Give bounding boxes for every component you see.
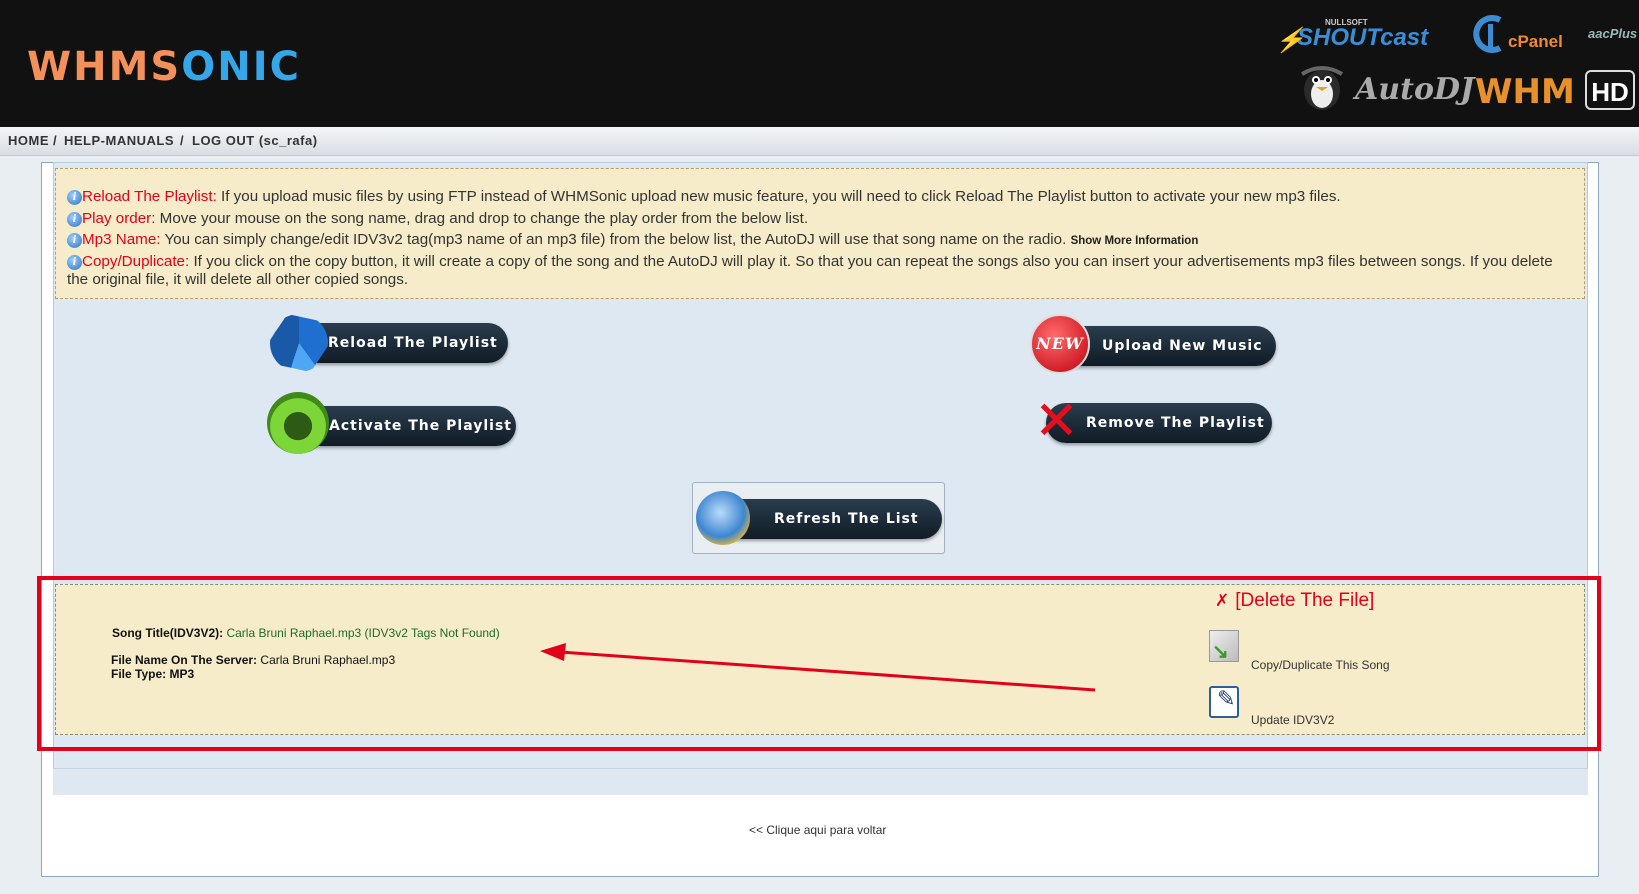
aacplus-logo: aacPlus (1588, 26, 1638, 41)
song-title-row: Song Title(IDV3V2): Carla Bruni Raphael.… (112, 626, 500, 640)
info-key: Play order: (82, 209, 156, 227)
nav-home-link[interactable]: HOME (8, 133, 49, 148)
info-reload: i Reload The Playlist: If you upload musi… (67, 186, 1574, 208)
nav-separator: / (53, 133, 58, 148)
nullsoft-label: NULLSOFT (1325, 18, 1368, 27)
song-title-value: Carla Bruni Raphael.mp3 (IDV3v2 Tags Not… (226, 626, 500, 640)
cpanel-logo: cPanel (1508, 32, 1563, 51)
info-text: If you upload music files by using FTP i… (216, 188, 1341, 205)
logo-text-part2: ONIC (181, 44, 301, 90)
update-label: Update IDV3V2 (1251, 713, 1335, 727)
nav-help-link[interactable]: HELP-MANUALS (64, 133, 174, 148)
button-label: Remove The Playlist (1086, 415, 1265, 431)
autodj-logo: AutoDJ (1355, 72, 1475, 107)
nav-separator: / (180, 133, 185, 148)
info-icon: i (67, 211, 82, 227)
delete-icon: ✗ (1215, 591, 1230, 610)
bolt-icon: ⚡ (1275, 27, 1305, 54)
back-link[interactable]: << Clique aqui para voltar (749, 823, 886, 837)
activate-playlist-button[interactable]: Activate The Playlist (267, 392, 516, 454)
nav-logout-link[interactable]: LOG OUT (sc_rafa) (192, 133, 318, 148)
whmsonic-logo[interactable]: WHMSONIC (27, 44, 301, 90)
cpanel-icon (1473, 15, 1502, 53)
red-x-icon: ✕ (1033, 389, 1081, 452)
whm-logo: WHM (1475, 72, 1575, 112)
info-box: i Reload The Playlist: If you upload musi… (55, 168, 1585, 299)
button-label: Reload The Playlist (328, 335, 498, 351)
shoutcast-logo: ⚡ NULLSOFT SHOUTcast (1275, 18, 1429, 54)
site-header: WHMSONIC ⚡ NULLSOFT SHOUTcast cPanel aac… (0, 0, 1639, 127)
refresh-list-button[interactable]: Refresh The List (696, 491, 942, 545)
copy-icon (1209, 630, 1239, 664)
new-badge-icon: NEW (1030, 314, 1090, 374)
edit-icon (1209, 686, 1239, 718)
info-key: Copy/Duplicate: (82, 252, 190, 270)
info-key: Reload The Playlist: (82, 188, 217, 205)
file-name-value: Carla Bruni Raphael.mp3 (260, 653, 396, 667)
upload-new-music-button[interactable]: NEW Upload New Music (1030, 314, 1276, 374)
song-title-label: Song Title(IDV3V2): (112, 626, 224, 640)
logo-text-part1: WHMS (27, 44, 182, 90)
info-icon: i (67, 254, 82, 270)
file-type-row: File Type: MP3 (111, 667, 194, 681)
refresh-icon (696, 491, 750, 545)
info-icon: i (67, 233, 82, 248)
file-type-value: MP3 (169, 667, 195, 681)
button-label: Upload New Music (1102, 338, 1263, 354)
info-mp3: i Mp3 Name: You can simply change/edit ID… (67, 229, 1574, 253)
copy-label: Copy/Duplicate This Song (1251, 658, 1390, 672)
breadcrumb: HOME / HELP-MANUALS / LOG OUT (sc_rafa) (0, 127, 1639, 156)
info-text: If you click on the copy button, it will… (67, 252, 1553, 288)
file-name-row: File Name On The Server: Carla Bruni Rap… (111, 653, 395, 667)
info-icon: i (67, 190, 82, 205)
reload-playlist-button[interactable]: Reload The Playlist (270, 314, 508, 372)
info-copy: i Copy/Duplicate: If you click on the cop… (67, 253, 1574, 289)
show-more-link[interactable]: Show More Information (1071, 235, 1199, 247)
file-type-label: File Type: (111, 667, 167, 681)
remove-playlist-button[interactable]: ✕ Remove The Playlist (1034, 394, 1272, 448)
panel-footer-strip (53, 768, 1588, 795)
info-text: You can simply change/edit IDV3v2 tag(mp… (160, 231, 1067, 248)
info-text: Move your mouse on the song name, drag a… (155, 209, 809, 227)
hd-logo: HD (1585, 70, 1635, 110)
power-icon (267, 392, 329, 454)
delete-label: [Delete The File] (1235, 590, 1375, 611)
delete-file-link[interactable]: ✗ [Delete The File] (1215, 590, 1374, 612)
button-label: Refresh The List (774, 511, 919, 527)
tux-penguin-icon (1300, 66, 1344, 110)
info-key: Mp3 Name: (82, 231, 161, 248)
shoutcast-label: SHOUTcast (1297, 24, 1429, 51)
file-name-label: File Name On The Server: (111, 653, 258, 667)
info-order: i Play order: Move your mouse on the song… (67, 208, 1574, 230)
button-label: Activate The Playlist (329, 418, 512, 434)
